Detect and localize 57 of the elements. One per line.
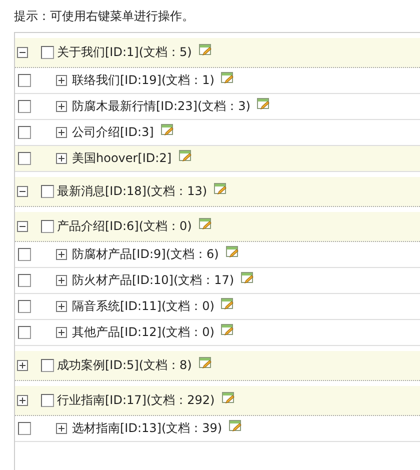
edit-icon[interactable]: [221, 324, 234, 337]
subcategory-label[interactable]: 防腐木最新行情[ID:23](文档：3): [72, 98, 250, 115]
edit-icon[interactable]: [221, 298, 234, 311]
edit-icon[interactable]: [160, 124, 174, 137]
category-label[interactable]: 产品介绍[ID:6](文档：0): [57, 218, 192, 235]
checkbox[interactable]: [18, 248, 31, 261]
edit-icon[interactable]: [198, 218, 212, 231]
checkbox[interactable]: [18, 300, 31, 313]
expand-icon[interactable]: [56, 101, 67, 112]
subcategory-label[interactable]: 其他产品[ID:12](文档：0): [72, 324, 214, 341]
checkbox[interactable]: [18, 100, 31, 113]
checkbox[interactable]: [18, 274, 31, 287]
checkbox[interactable]: [18, 126, 31, 139]
checkbox[interactable]: [18, 152, 31, 165]
expand-icon[interactable]: [56, 153, 67, 164]
checkbox[interactable]: [18, 74, 31, 87]
collapse-icon[interactable]: [17, 47, 28, 58]
expand-icon[interactable]: [17, 360, 28, 371]
edit-icon[interactable]: [226, 246, 239, 259]
checkbox[interactable]: [18, 422, 31, 435]
edit-icon[interactable]: [221, 72, 234, 85]
subcategory-label[interactable]: 美国hoover[ID:2]: [72, 150, 172, 167]
subcategory-label[interactable]: 防火材产品[ID:10](文档：17): [72, 272, 234, 289]
expand-icon[interactable]: [56, 301, 67, 312]
subcategory-label[interactable]: 联络我们[ID:19](文档：1): [72, 72, 214, 89]
checkbox[interactable]: [18, 326, 31, 339]
expand-icon[interactable]: [56, 327, 67, 338]
collapse-icon[interactable]: [17, 186, 28, 197]
checkbox[interactable]: [41, 185, 54, 198]
subcategory-label[interactable]: 隔音系统[ID:11](文档：0): [72, 298, 214, 315]
category-label[interactable]: 成功案例[ID:5](文档：8): [57, 357, 192, 374]
category-label[interactable]: 行业指南[ID:17](文档：292): [57, 392, 215, 409]
edit-icon[interactable]: [214, 183, 228, 196]
hint-text: 提示：可使用右键菜单进行操作。: [14, 0, 420, 33]
expand-icon[interactable]: [56, 249, 67, 260]
collapse-icon[interactable]: [17, 221, 28, 232]
edit-icon[interactable]: [229, 420, 242, 433]
category-label[interactable]: 最新消息[ID:18](文档：13): [57, 183, 208, 200]
subcategory-label[interactable]: 防腐材产品[ID:9](文档：6): [72, 246, 219, 263]
expand-icon[interactable]: [17, 395, 28, 406]
edit-icon[interactable]: [222, 392, 235, 405]
expand-icon[interactable]: [56, 275, 67, 286]
checkbox[interactable]: [41, 46, 54, 59]
edit-icon[interactable]: [257, 98, 270, 111]
subcategory-label[interactable]: 公司介绍[ID:3]: [72, 124, 154, 141]
edit-icon[interactable]: [178, 150, 192, 163]
category-label[interactable]: 关于我们[ID:1](文档：5): [57, 44, 192, 61]
expand-icon[interactable]: [56, 423, 67, 434]
subcategory-label[interactable]: 选材指南[ID:13](文档：39): [72, 420, 222, 437]
checkbox[interactable]: [41, 394, 54, 407]
checkbox[interactable]: [41, 359, 54, 372]
edit-icon[interactable]: [241, 272, 254, 285]
expand-icon[interactable]: [56, 75, 67, 86]
edit-icon[interactable]: [198, 357, 212, 370]
edit-icon[interactable]: [198, 44, 212, 57]
expand-icon[interactable]: [56, 127, 67, 138]
checkbox[interactable]: [41, 220, 54, 233]
